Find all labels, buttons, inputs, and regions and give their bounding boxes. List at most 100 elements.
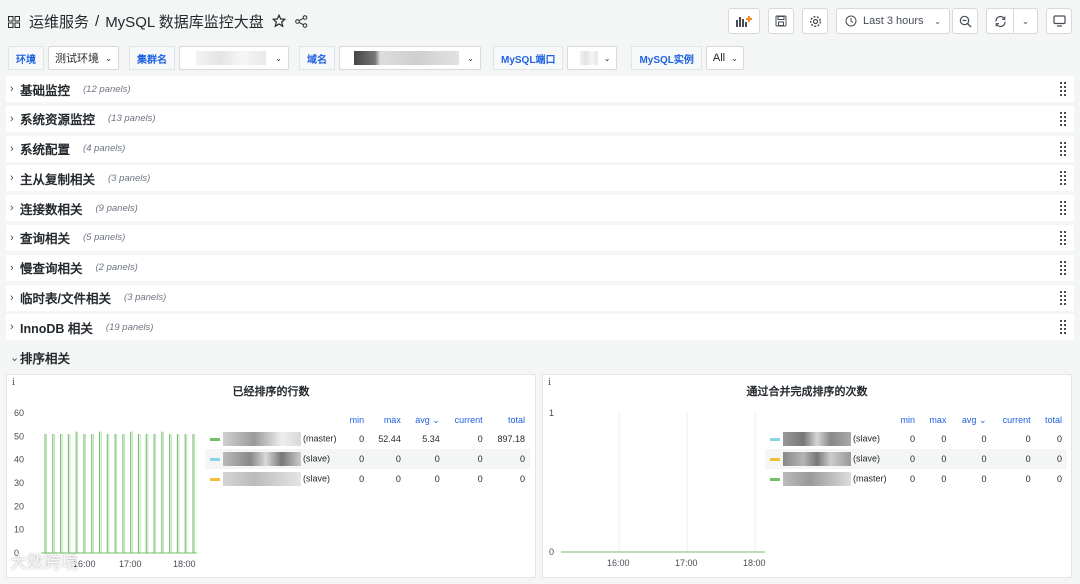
breadcrumb-separator: /: [95, 12, 100, 30]
monitor-icon: [1052, 15, 1066, 27]
row-system-resources[interactable]: › 系统资源监控 (13 panels): [6, 105, 1074, 132]
x-tick-label: 18:00: [743, 558, 766, 568]
legend-avg: 0: [434, 474, 440, 484]
legend-row[interactable]: (slave) 0 0 0 0 0: [765, 429, 1067, 449]
chevron-down-icon: ⌄: [1021, 15, 1030, 26]
row-panel-count: (13 panels): [108, 113, 156, 125]
variable-label-instance: MySQL实例: [631, 46, 702, 70]
drag-handle-icon[interactable]: [1060, 230, 1068, 245]
drag-handle-icon[interactable]: [1060, 171, 1068, 186]
row-temp-tables[interactable]: › 临时表/文件相关 (3 panels): [6, 284, 1074, 311]
variable-select-cluster[interactable]: ⌄: [179, 46, 289, 70]
variable-select-env[interactable]: 测试环境 ⌄: [48, 46, 119, 70]
redacted-value: [354, 51, 460, 65]
variable-value-env: 测试环境: [55, 53, 99, 65]
star-icon[interactable]: [271, 14, 286, 28]
series-color-swatch[interactable]: [210, 477, 220, 481]
row-system-config[interactable]: › 系统配置 (4 panels): [6, 135, 1074, 162]
breadcrumb: 运维服务 / MySQL 数据库监控大盘: [29, 11, 264, 32]
redacted-series-name: [782, 432, 851, 446]
legend-current: 0: [444, 449, 488, 469]
row-innodb[interactable]: › InnoDB 相关 (19 panels): [6, 314, 1074, 341]
series-name: (master): [853, 473, 887, 484]
row-replication[interactable]: › 主从复制相关 (3 panels): [6, 165, 1074, 192]
legend-total: 0: [1035, 449, 1067, 469]
x-tick-label: 16:00: [607, 558, 630, 568]
series-color-swatch[interactable]: [770, 477, 780, 481]
y-tick-label: 10: [14, 525, 24, 535]
y-tick-label: 50: [14, 431, 24, 441]
series-name: (slave): [303, 453, 331, 464]
legend-row[interactable]: (slave) 0 0 0 0 0: [765, 449, 1067, 469]
series-name: (slave): [303, 473, 331, 484]
zoom-out-button[interactable]: [952, 8, 978, 34]
dashboards-grid-icon[interactable]: [8, 15, 20, 28]
chevron-right-icon: ›: [10, 321, 14, 334]
legend-max: 0: [395, 474, 401, 484]
legend-row[interactable]: (master) 0 0 0 0 0: [765, 469, 1067, 489]
legend-row[interactable]: (slave) 0 0 0 0 0: [205, 449, 530, 469]
chevron-right-icon: ›: [10, 172, 14, 185]
legend-header-max[interactable]: max: [369, 411, 406, 429]
series-color-swatch[interactable]: [210, 457, 220, 461]
legend-row[interactable]: (master) 0 52.44 5.34 0 897.18: [205, 429, 530, 449]
settings-button[interactable]: [802, 8, 828, 34]
legend-current: 0: [1025, 434, 1031, 444]
chevron-right-icon: ›: [10, 202, 14, 215]
variable-select-port[interactable]: ⌄: [567, 46, 618, 70]
row-basic[interactable]: › 基础监控 (12 panels): [6, 76, 1074, 102]
y-tick-label: 30: [14, 478, 24, 488]
legend-avg: 5.34: [422, 434, 440, 444]
drag-handle-icon[interactable]: [1060, 320, 1068, 335]
legend-header-total[interactable]: total: [1036, 411, 1067, 429]
drag-handle-icon[interactable]: [1060, 201, 1068, 216]
legend-header-avg[interactable]: avg ⌄: [951, 411, 991, 429]
y-tick-label: 20: [14, 501, 24, 511]
drag-handle-icon[interactable]: [1060, 82, 1068, 96]
drag-handle-icon[interactable]: [1060, 260, 1068, 275]
legend-row[interactable]: (slave) 0 0 0 0 0: [205, 469, 530, 489]
row-panel-count: (9 panels): [95, 202, 138, 214]
variable-select-instance[interactable]: All ⌄: [705, 46, 744, 70]
legend-min: 0: [359, 434, 365, 444]
variable-select-domain[interactable]: ⌄: [339, 46, 481, 70]
row-sorting-expanded[interactable]: ⌄ 排序相关: [6, 344, 1074, 370]
time-range-picker[interactable]: Last 3 hours ⌄: [836, 8, 950, 34]
legend-header-min[interactable]: min: [342, 411, 370, 429]
redacted-series-name: [782, 452, 851, 466]
tv-mode-button[interactable]: [1046, 8, 1072, 34]
add-panel-button[interactable]: [728, 8, 760, 34]
drag-handle-icon[interactable]: [1060, 141, 1068, 156]
legend-table: min max avg ⌄ current total (master) 0 5…: [205, 411, 530, 489]
row-title: 系统配置: [20, 143, 71, 158]
row-panel-count: (3 panels): [123, 292, 167, 304]
series-color-swatch[interactable]: [770, 437, 780, 441]
drag-handle-icon[interactable]: [1060, 111, 1068, 126]
panel-merge-sorts: i 通过合并完成排序的次数 0 1 16:00 17:00 18:00 min max …: [542, 374, 1072, 578]
series-color-swatch[interactable]: [770, 457, 780, 461]
x-tick-label: 18:00: [173, 559, 196, 569]
refresh-button[interactable]: [986, 8, 1014, 34]
drag-handle-icon[interactable]: [1060, 290, 1068, 305]
row-title: 慢查询相关: [20, 262, 83, 277]
row-title: InnoDB 相关: [20, 321, 93, 336]
legend-header-min[interactable]: min: [892, 411, 920, 429]
series-color-swatch[interactable]: [210, 437, 220, 441]
dashboard-title[interactable]: MySQL 数据库监控大盘: [105, 11, 264, 32]
save-dashboard-button[interactable]: [768, 8, 794, 34]
breadcrumb-folder[interactable]: 运维服务: [29, 11, 89, 32]
legend-max: 52.44: [378, 434, 401, 444]
refresh-interval-dropdown[interactable]: ⌄: [1014, 8, 1038, 34]
legend-header-current[interactable]: current: [991, 411, 1035, 429]
legend-avg: 0: [405, 449, 445, 469]
legend-header-current[interactable]: current: [445, 411, 488, 429]
row-queries[interactable]: › 查询相关 (5 panels): [6, 224, 1074, 251]
sort-desc-icon: ⌄: [432, 414, 440, 425]
legend-header-max[interactable]: max: [920, 411, 951, 429]
row-title: 排序相关: [20, 351, 71, 366]
row-connections[interactable]: › 连接数相关 (9 panels): [6, 195, 1074, 222]
legend-header-total[interactable]: total: [488, 411, 530, 429]
share-icon[interactable]: [295, 14, 308, 28]
row-slow-queries[interactable]: › 慢查询相关 (2 panels): [6, 254, 1074, 281]
legend-header-avg[interactable]: avg ⌄: [406, 411, 445, 429]
